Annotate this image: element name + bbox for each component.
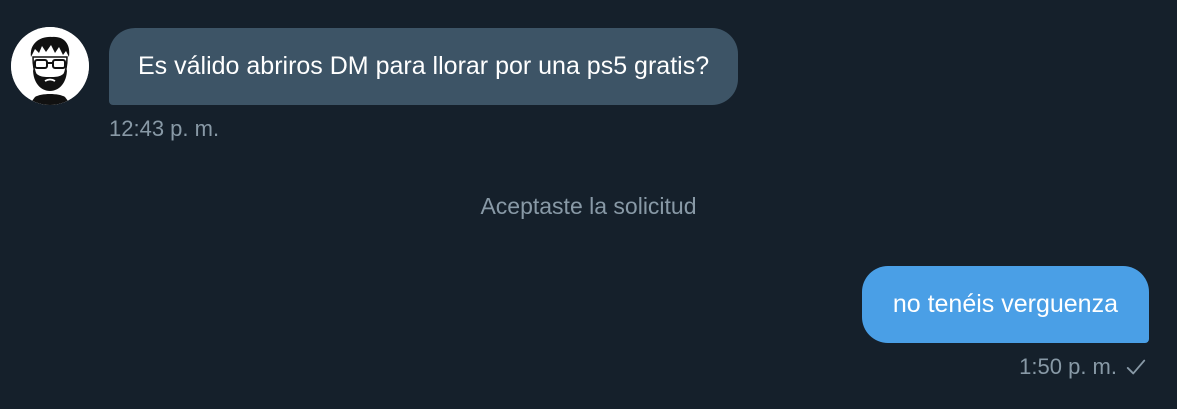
request-accepted-note: Aceptaste la solicitud [480,193,697,219]
sender-avatar[interactable] [11,27,89,105]
outgoing-message-time: 1:50 p. m. [1019,354,1117,379]
checkmark-icon [1125,356,1147,378]
incoming-message-time: 12:43 p. m. [109,116,220,141]
outgoing-message-text: no tenéis verguenza [892,290,1118,318]
incoming-message-text: Es válido abriros DM para llorar por una… [138,52,710,80]
outgoing-message-bubble[interactable]: no tenéis verguenza [861,266,1149,343]
outgoing-message-meta: 1:50 p. m. [1019,354,1147,380]
bearded-man-avatar-icon [11,27,89,105]
incoming-message-bubble[interactable]: Es válido abriros DM para llorar por una… [109,28,739,105]
